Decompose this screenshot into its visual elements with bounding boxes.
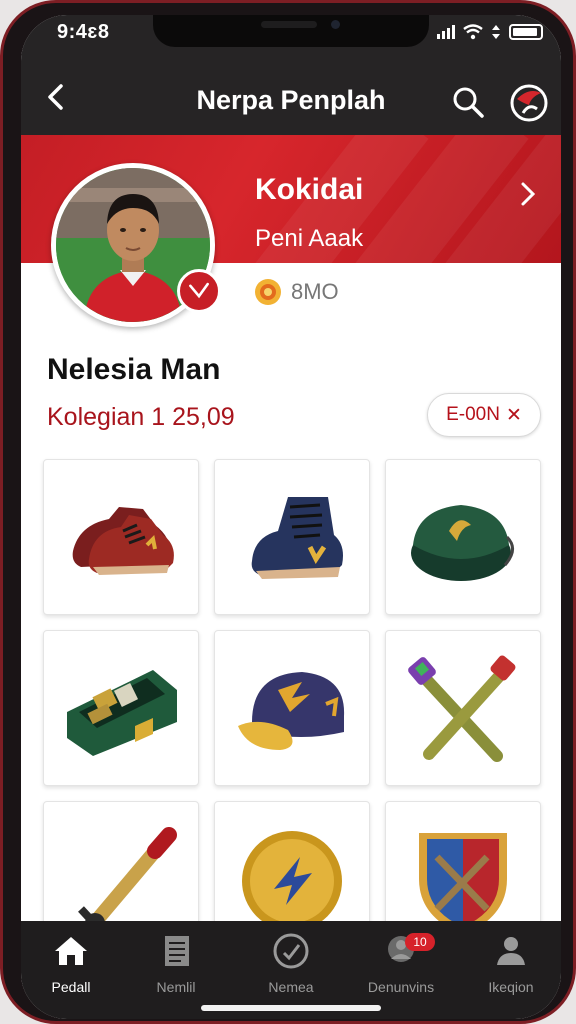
- green-pouch-icon: [411, 505, 514, 581]
- chevron-right-icon[interactable]: [517, 179, 539, 209]
- person-icon: [497, 937, 525, 965]
- item-card-crossed-torches[interactable]: [385, 630, 541, 786]
- section-title: Nelesia Man: [47, 353, 221, 386]
- camera-notch: [153, 15, 429, 47]
- tab-label: Nemea: [268, 979, 314, 995]
- check-circle-icon: [273, 933, 309, 969]
- blue-boots-icon: [251, 497, 343, 579]
- app-screen: 9:4ɛ8 Nerpa Penplah Kokidai Peni Aaak 8M…: [21, 15, 561, 1019]
- tab-label: Pedall: [51, 979, 91, 995]
- account-avatar-icon[interactable]: [509, 83, 549, 123]
- notification-badge: 10: [405, 933, 435, 951]
- search-icon[interactable]: [451, 85, 485, 119]
- coin-value: 8MO: [291, 279, 339, 304]
- phone-frame: 9:4ɛ8 Nerpa Penplah Kokidai Peni Aaak 8M…: [0, 0, 576, 1024]
- tab-ikeqion[interactable]: Ikeqion: [461, 931, 561, 1001]
- item-card-green-chest[interactable]: [43, 630, 199, 786]
- crossed-torches-icon: [408, 655, 516, 762]
- data-arrows-icon: [492, 25, 500, 39]
- tab-denunvins[interactable]: 10 Denunvins: [351, 931, 451, 1001]
- gold-coin-icon: [255, 279, 281, 305]
- team-badge-icon: [177, 269, 221, 313]
- status-time: 9:4ɛ8: [57, 21, 110, 43]
- item-card-purple-cap[interactable]: [214, 630, 370, 786]
- filter-chip[interactable]: E-00N ✕: [427, 393, 541, 437]
- tab-pedall[interactable]: Pedall: [21, 931, 121, 1001]
- profile-name: Kokidai: [255, 173, 364, 206]
- nav-bar: Nerpa Penplah: [21, 61, 561, 135]
- purple-cap-icon: [238, 672, 345, 750]
- status-icons: [437, 23, 543, 41]
- tab-label: Denunvins: [367, 979, 435, 995]
- wifi-icon: [463, 24, 483, 40]
- signal-icon: [437, 25, 455, 39]
- home-indicator[interactable]: [201, 1005, 381, 1011]
- red-boots-icon: [72, 507, 174, 575]
- home-icon: [55, 937, 87, 965]
- tab-label: Nemlil: [156, 979, 196, 995]
- status-bar: 9:4ɛ8: [21, 15, 561, 61]
- tab-label: Ikeqion: [488, 979, 534, 995]
- coin-balance: 8MO: [253, 277, 339, 307]
- notes-icon: [165, 936, 189, 966]
- tab-nemea[interactable]: Nemea: [241, 931, 341, 1001]
- item-card-green-pouch[interactable]: [385, 459, 541, 615]
- battery-icon: [509, 24, 543, 40]
- close-icon[interactable]: ✕: [506, 404, 522, 427]
- profile-subtitle: Peni Aaak: [255, 225, 364, 252]
- green-chest-icon: [67, 670, 177, 756]
- item-card-blue-boots[interactable]: [214, 459, 370, 615]
- filter-chip-label: E-00N: [446, 404, 500, 425]
- tab-nemlil[interactable]: Nemlil: [126, 931, 226, 1001]
- item-card-red-boots[interactable]: [43, 459, 199, 615]
- collection-label: Kolegian 1 25,09: [47, 403, 235, 431]
